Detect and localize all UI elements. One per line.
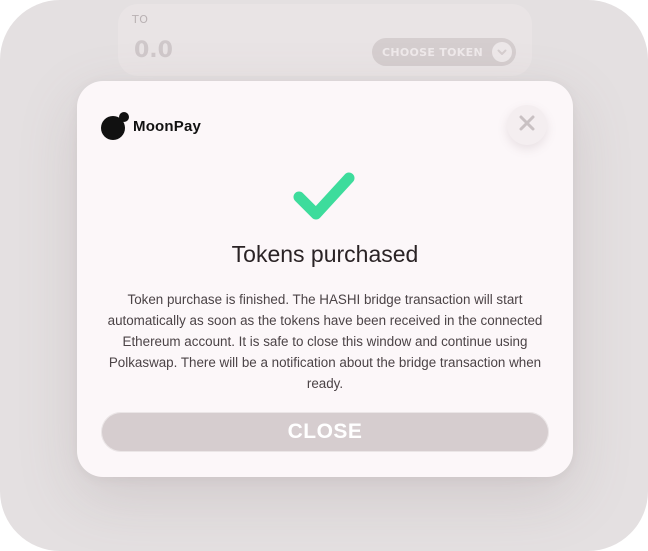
purchase-complete-dialog: MoonPay Tokens purchased Token purchase … [77, 81, 573, 477]
moonpay-logo: MoonPay [101, 111, 201, 141]
to-label: TO [132, 13, 149, 26]
checkmark-icon [291, 169, 357, 223]
dialog-message: Token purchase is finished. The HASHI br… [107, 292, 543, 391]
chevron-down-icon [492, 42, 512, 62]
close-x-icon [519, 115, 535, 135]
choose-token-label: CHOOSE TOKEN [382, 45, 483, 59]
moonpay-logo-icon [101, 112, 129, 140]
choose-token-button: CHOOSE TOKEN [372, 38, 516, 66]
to-token-field: TO 0.0 CHOOSE TOKEN [118, 4, 532, 76]
brand-name: MoonPay [133, 117, 202, 135]
close-dialog-button[interactable] [507, 105, 547, 145]
close-button[interactable]: CLOSE [101, 412, 549, 452]
dialog-title: Tokens purchased [231, 241, 419, 267]
to-amount: 0.0 [134, 38, 173, 63]
close-button-label: CLOSE [287, 420, 363, 443]
